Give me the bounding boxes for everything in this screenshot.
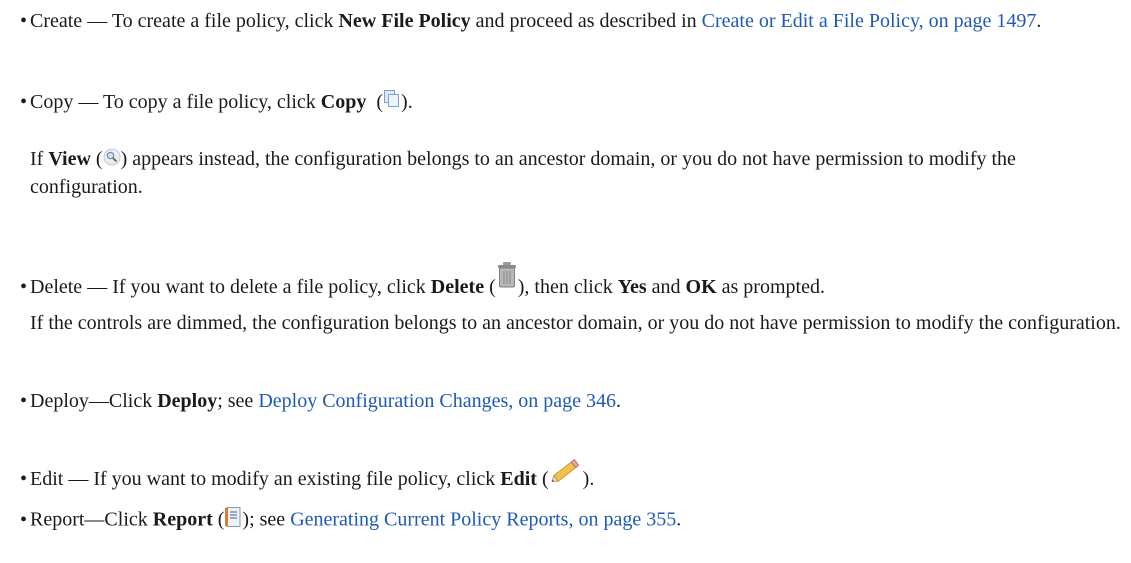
- bullet: •: [20, 10, 28, 32]
- delete-text: Delete — If you want to delete a file po…: [30, 276, 431, 298]
- deploy-label: Deploy: [157, 390, 218, 412]
- bullet: •: [20, 468, 28, 490]
- view-label: View: [48, 148, 91, 170]
- report-end: .: [676, 508, 682, 531]
- delete-trash-icon: [496, 261, 518, 297]
- edit-pencil-icon: [549, 457, 583, 491]
- edit-label: Edit: [500, 468, 537, 490]
- list-item-copy: • Copy — To copy a file policy, click Cop…: [20, 89, 1121, 117]
- yes-label: Yes: [617, 276, 647, 298]
- generating-current-policy-reports-link[interactable]: Generating Current Policy Reports, on pa…: [290, 509, 676, 531]
- copy-icon: [383, 89, 401, 117]
- delete-mid: , then click: [524, 276, 618, 298]
- copy-note-post: appears instead, the configuration belon…: [30, 148, 1016, 198]
- delete-and: and: [646, 276, 686, 298]
- bullet: •: [20, 508, 28, 531]
- list-item-report: • Report—Click Report (); see Generating …: [20, 506, 1121, 536]
- list-item-edit: • Edit — If you want to modify an existin…: [20, 457, 1121, 493]
- list-item-delete: • Delete — If you want to delete a file p…: [20, 261, 1121, 301]
- copy-text: Copy — To copy a file policy, click: [30, 91, 321, 113]
- deploy-text: Deploy—Click: [30, 390, 158, 412]
- delete-label: Delete: [430, 276, 485, 298]
- create-edit-file-policy-link[interactable]: Create or Edit a File Policy, on page 14…: [702, 10, 1037, 32]
- ok-label: OK: [685, 276, 717, 298]
- create-text-mid: and proceed as described in: [470, 10, 702, 32]
- copy-end: .: [407, 91, 413, 113]
- deploy-end: .: [616, 390, 622, 412]
- report-mid: ; see: [249, 508, 291, 531]
- deploy-mid: ; see: [217, 390, 259, 412]
- view-magnifier-icon: [103, 147, 121, 174]
- create-end: .: [1036, 10, 1042, 32]
- bullet: •: [20, 276, 28, 298]
- copy-note: If View () appears instead, the configur…: [30, 147, 1016, 198]
- bullet: •: [20, 390, 28, 412]
- delete-end: as prompted.: [716, 276, 825, 298]
- report-icon: [224, 506, 242, 536]
- delete-note: If the controls are dimmed, the configur…: [30, 312, 1121, 334]
- bullet: •: [20, 91, 28, 113]
- edit-end: .: [589, 468, 595, 490]
- list-item-create: • Create — To create a file policy, click…: [20, 8, 1121, 35]
- edit-text: Edit — If you want to modify an existing…: [30, 468, 501, 490]
- create-text: Create — To create a file policy, click: [30, 10, 339, 32]
- new-file-policy-label: New File Policy: [338, 10, 471, 32]
- copy-label: Copy: [320, 91, 367, 113]
- list-item-deploy: • Deploy—Click Deploy; see Deploy Configu…: [20, 388, 1121, 415]
- report-text: Report—Click: [30, 508, 153, 531]
- copy-note-pre: If: [30, 148, 49, 170]
- deploy-configuration-changes-link[interactable]: Deploy Configuration Changes, on page 34…: [258, 390, 616, 412]
- report-label: Report: [152, 508, 213, 531]
